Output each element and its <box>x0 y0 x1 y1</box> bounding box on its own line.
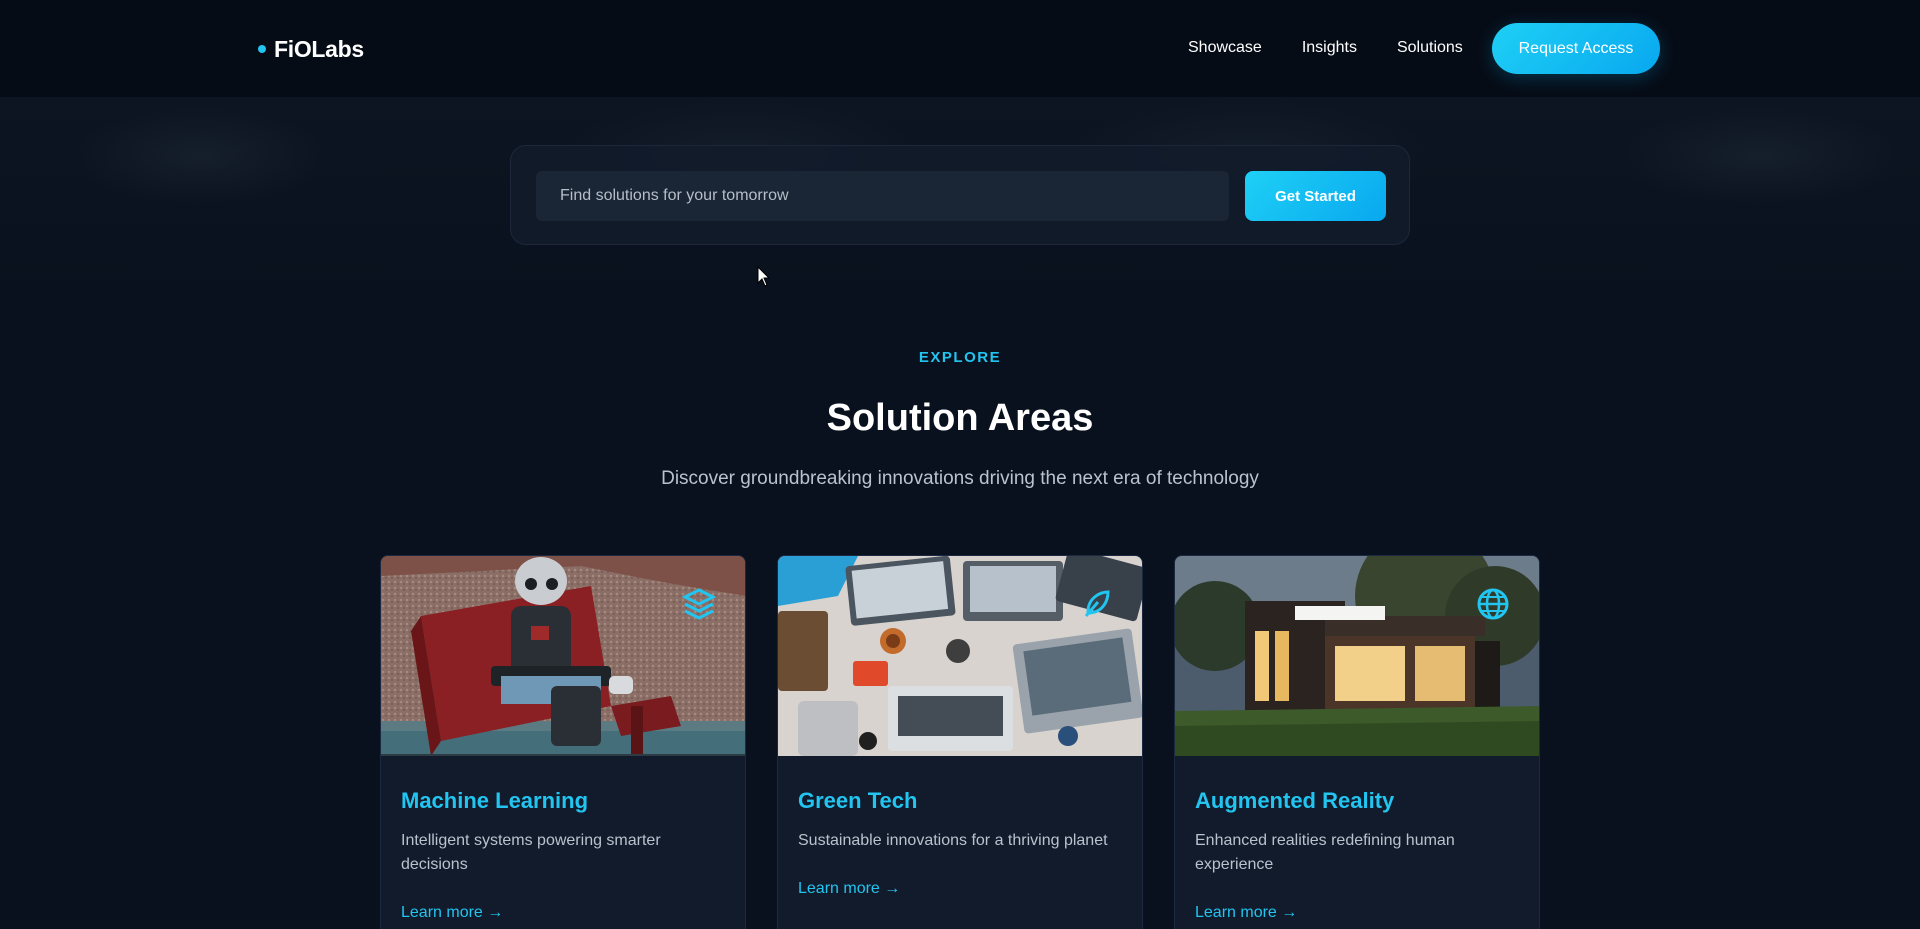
card-title: Augmented Reality <box>1195 788 1395 813</box>
solution-card-green-tech[interactable]: Green Tech Sustainable innovations for a… <box>777 555 1143 929</box>
card-description: Intelligent systems powering smarter dec… <box>401 832 661 873</box>
get-started-button[interactable]: Get Started <box>1245 171 1386 221</box>
leaf-icon <box>1084 590 1110 617</box>
card-description: Enhanced realities redefining human expe… <box>1195 832 1455 873</box>
card-title: Machine Learning <box>401 788 589 813</box>
navbar: FiOLabs Showcase Insights Solutions Requ… <box>0 0 1920 97</box>
search-input[interactable] <box>536 171 1229 221</box>
nav-links: Showcase Insights Solutions <box>1188 38 1503 58</box>
nav-link-insights[interactable]: Insights <box>1302 38 1357 58</box>
nav-link-solutions[interactable]: Solutions <box>1397 38 1463 58</box>
globe-icon <box>1477 588 1509 620</box>
logo-dot-icon <box>258 45 266 53</box>
solution-card-machine-learning[interactable]: Machine Learning Intelligent systems pow… <box>380 555 746 929</box>
section-eyebrow: EXPLORE <box>918 349 1002 366</box>
solution-card-augmented-reality[interactable]: Augmented Reality Enhanced realities red… <box>1174 555 1540 929</box>
card-image-robot <box>381 556 745 756</box>
layers-icon <box>681 588 717 620</box>
learn-more-link[interactable]: Learn more → <box>401 904 503 922</box>
learn-more-link[interactable]: Learn more → <box>1195 904 1297 922</box>
logo-text: FiOLabs <box>274 35 364 62</box>
section-title: Solution Areas <box>826 397 1094 439</box>
card-description: Sustainable innovations for a thriving p… <box>798 832 1108 849</box>
card-image-house <box>1175 556 1539 756</box>
learn-more-link[interactable]: Learn more → <box>798 880 900 898</box>
mouse-cursor-icon <box>757 266 771 287</box>
card-image-workspace <box>778 556 1142 756</box>
section-subtitle: Discover groundbreaking innovations driv… <box>661 468 1259 489</box>
search-panel: Get Started <box>510 145 1410 245</box>
logo[interactable]: FiOLabs <box>258 33 364 65</box>
request-access-button[interactable]: Request Access <box>1492 23 1660 74</box>
card-title: Green Tech <box>798 788 918 813</box>
nav-link-showcase[interactable]: Showcase <box>1188 38 1262 58</box>
